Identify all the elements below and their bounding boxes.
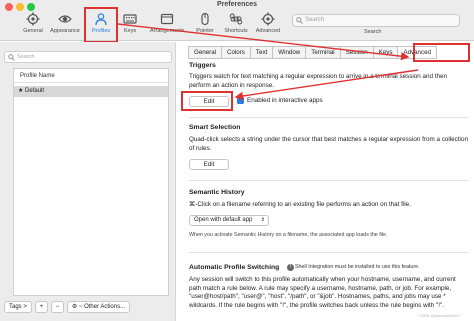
keyboard-icon: [123, 14, 137, 24]
smart-selection-description: Quad-click selects a string under the cu…: [189, 136, 468, 152]
search-icon: [296, 17, 303, 24]
toolbar-shortcuts[interactable]: Shortcuts: [219, 12, 253, 40]
edit-highlight-box: [181, 91, 233, 111]
profile-settings-panel: General Colors Text Window Terminal Sess…: [177, 42, 474, 321]
toolbar-keys[interactable]: Keys: [113, 12, 147, 40]
toolbar-label: Advanced: [255, 28, 281, 34]
add-profile-button[interactable]: +: [34, 301, 48, 313]
toolbar-general[interactable]: General: [16, 12, 50, 40]
toolbar-label: Appearance: [50, 28, 80, 34]
interactive-apps-checkbox[interactable]: [237, 97, 244, 109]
window-title: Preferences: [216, 1, 258, 8]
semantic-history-select[interactable]: Open with default app ⇕: [189, 215, 269, 226]
toolbar-label: Pointer: [196, 28, 214, 34]
profiles-sidebar: Search Profile Name ★ Default Tags > + −…: [0, 42, 176, 321]
profile-name-column-header[interactable]: Profile Name: [14, 69, 168, 83]
smart-selection-edit-button[interactable]: Edit: [189, 159, 229, 170]
command-icon: [229, 13, 243, 25]
advanced-highlight-box: [413, 43, 470, 62]
tab-terminal[interactable]: Terminal: [305, 46, 340, 59]
chevron-updown-icon: ⇕: [260, 217, 265, 223]
checkmark-icon: [238, 104, 243, 109]
select-value: Open with default app: [194, 217, 253, 223]
profile-tabs: General Colors Text Window Terminal Sess…: [188, 46, 437, 59]
info-icon: !: [287, 264, 294, 271]
toolbar-pointer[interactable]: Pointer: [188, 12, 222, 40]
toolbar-label: Keys: [123, 28, 137, 34]
toolbar-advanced[interactable]: Advanced: [251, 12, 285, 40]
other-actions-button[interactable]: ⚙ ~ Other Actions...: [66, 301, 131, 313]
semantic-history-description: ⌘-Click on a filename referring to an ex…: [189, 201, 411, 208]
tab-general[interactable]: General: [188, 46, 222, 59]
eye-icon: [58, 15, 72, 23]
search-icon: [8, 54, 15, 61]
gear-icon: [261, 12, 275, 26]
tab-session[interactable]: Session: [339, 46, 373, 59]
search-placeholder: Search: [305, 17, 325, 23]
toolbar-appearance[interactable]: Appearance: [48, 12, 82, 40]
remove-profile-button[interactable]: −: [50, 301, 64, 313]
window-icon: [160, 13, 174, 25]
auto-switching-title: Automatic Profile Switching: [189, 264, 280, 271]
toolbar: Preferences General Appearance Profiles …: [0, 0, 474, 41]
profiles-highlight-box: [84, 7, 118, 43]
tab-window[interactable]: Window: [272, 46, 306, 59]
toolbar-search-input[interactable]: Search: [292, 14, 460, 27]
profile-actions-bar: Tags > + − ⚙ ~ Other Actions...: [4, 301, 131, 313]
profile-list: Profile Name ★ Default: [13, 68, 169, 296]
toolbar-label: Arrangements: [150, 28, 185, 34]
tab-colors[interactable]: Colors: [221, 46, 250, 59]
section-divider: [189, 117, 469, 118]
semantic-history-note: When you activate Semantic History on a …: [189, 232, 388, 238]
triggers-title: Triggers: [189, 62, 216, 69]
mouse-icon: [201, 12, 209, 26]
search-label: Search: [364, 29, 382, 35]
section-divider: [189, 180, 469, 181]
section-divider: [189, 252, 469, 253]
shell-integration-note: Shell Integration must be installed to u…: [295, 264, 420, 270]
toolbar-arrangements[interactable]: Arrangements: [150, 12, 185, 40]
triggers-description: Triggers watch for text matching a regul…: [189, 73, 448, 89]
tab-keys[interactable]: Keys: [372, 46, 398, 59]
smart-selection-title: Smart Selection: [189, 124, 241, 131]
auto-switching-description: Any session will switch to this profile …: [189, 276, 456, 309]
semantic-history-title: Semantic History: [189, 189, 245, 196]
interactive-apps-label: Enabled in interactive apps: [247, 97, 323, 104]
profile-search-input[interactable]: Search: [4, 51, 172, 63]
toolbar-label: Shortcuts: [224, 28, 248, 34]
profile-row-default[interactable]: ★ Default: [14, 86, 168, 97]
toolbar-label: General: [23, 28, 43, 34]
watermark: CSDN @sweetheart007: [418, 313, 461, 318]
tags-button[interactable]: Tags >: [4, 301, 32, 313]
tab-text[interactable]: Text: [249, 46, 273, 59]
gear-icon: [26, 12, 40, 26]
search-placeholder: Search: [17, 54, 35, 60]
